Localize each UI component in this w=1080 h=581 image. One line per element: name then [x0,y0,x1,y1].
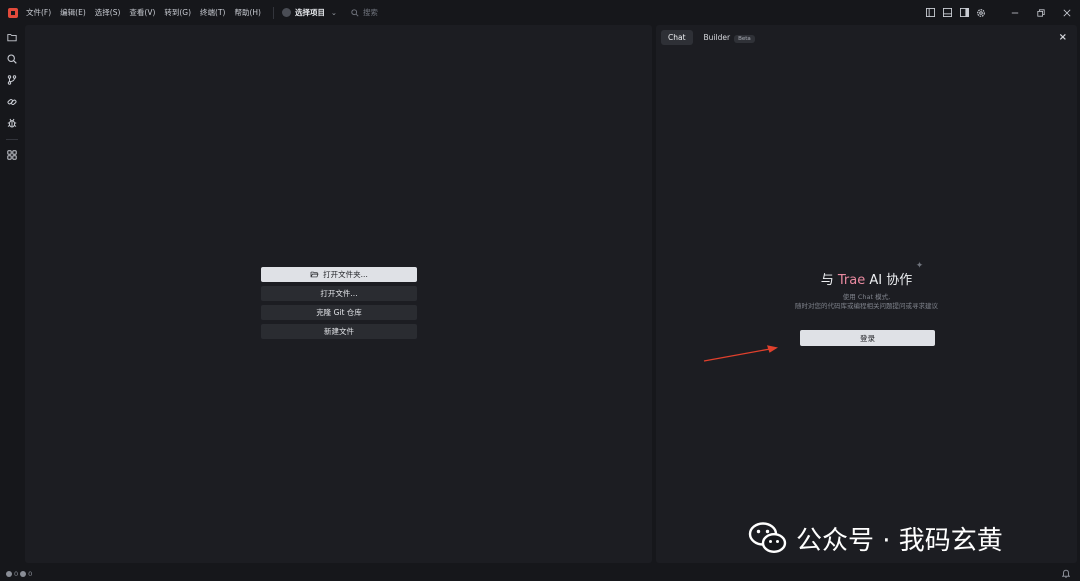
wechat-watermark: 公众号 · 我码玄黄 [748,514,1003,562]
project-selector[interactable]: 选择项目 ⌄ [281,7,337,18]
restore-button[interactable] [1028,0,1054,25]
subtitle-line-1: 使用 Chat 模式, [842,293,891,301]
search-icon[interactable] [3,50,21,68]
menu-view[interactable]: 查看(V) [129,7,155,18]
welcome-subtitle: 使用 Chat 模式, 随时对您的代码库或编程相关问题提问或寻求建议 [656,293,1077,311]
menu-edit[interactable]: 编辑(E) [60,7,86,18]
extensions-icon[interactable] [3,146,21,164]
title-divider [272,6,274,19]
title-bar: 文件(F) 编辑(E) 选择(S) 查看(V) 转到(G) 终端(T) 帮助(H… [0,0,1080,25]
chat-panel: Chat Builder Beta × 与 Trae AI 协作 ✦ 使用 Cha… [656,25,1077,563]
problems-indicator[interactable]: 0 0 [6,570,32,578]
subtitle-line-2: 随时对您的代码库或编程相关问题提问或寻求建议 [795,302,938,310]
editor-area: 打开文件夹... 打开文件... 克隆 Git 仓库 新建文件 [25,25,652,563]
warning-count: 0 [28,569,33,578]
search-box[interactable]: 搜索 [351,7,378,18]
search-icon [351,8,359,17]
error-icon [6,570,12,577]
source-control-icon[interactable] [3,71,21,89]
trae-logo [8,7,18,18]
toggle-secondary-sidebar-icon[interactable] [956,5,972,21]
menu-help[interactable]: 帮助(H) [234,7,261,18]
menu-selection[interactable]: 选择(S) [95,7,121,18]
close-icon[interactable]: × [1059,32,1067,43]
folder-open-icon [310,271,319,278]
chat-tabs: Chat Builder Beta [661,30,762,45]
toggle-panel-icon[interactable] [939,5,955,21]
warning-icon [20,570,27,577]
watermark-text: 公众号 · 我码玄黄 [796,525,1003,556]
minimize-button[interactable] [1002,0,1028,25]
tab-builder[interactable]: Builder Beta [697,30,762,45]
gear-icon[interactable] [973,5,989,21]
open-file-button[interactable]: 打开文件... [261,286,417,301]
search-placeholder: 搜索 [362,8,378,17]
activity-divider [6,138,18,140]
project-label: 选择项目 [294,8,325,17]
explorer-icon[interactable] [3,28,21,46]
error-count: 0 [14,569,19,578]
activity-bar [0,25,24,566]
clone-git-button[interactable]: 克隆 Git 仓库 [261,305,417,320]
toggle-sidebar-icon[interactable] [922,5,938,21]
project-icon [281,8,291,17]
chat-welcome: 与 Trae AI 协作 ✦ 使用 Chat 模式, 随时对您的代码库或编程相关… [656,261,1077,311]
link-icon[interactable] [3,93,21,111]
new-file-label: 新建文件 [324,327,354,336]
welcome-title: 与 Trae AI 协作 ✦ [820,261,923,288]
beta-badge: Beta [734,35,755,43]
debug-icon[interactable] [3,114,21,132]
start-actions: 打开文件夹... 打开文件... 克隆 Git 仓库 新建文件 [261,267,417,343]
menu-terminal[interactable]: 终端(T) [200,7,225,18]
menu-file[interactable]: 文件(F) [26,7,51,18]
open-file-label: 打开文件... [320,289,358,298]
new-file-button[interactable]: 新建文件 [261,324,417,339]
sparkle-icon: ✦ [915,261,924,271]
tab-chat[interactable]: Chat [661,30,693,45]
close-window-button[interactable] [1054,0,1080,25]
chevron-down-icon: ⌄ [330,8,337,17]
tab-builder-label: Builder [703,33,731,42]
status-bar: 0 0 [0,566,1080,581]
bell-icon[interactable] [1062,569,1070,578]
open-folder-button[interactable]: 打开文件夹... [261,267,417,282]
clone-git-label: 克隆 Git 仓库 [316,308,362,317]
welcome-prefix: 与 [820,273,838,288]
welcome-suffix: AI 协作 [865,273,913,288]
open-folder-label: 打开文件夹... [323,270,368,279]
annotation-arrow [703,345,778,362]
welcome-brand: Trae [837,273,866,288]
menu-go[interactable]: 转到(G) [164,7,191,18]
wechat-icon [748,522,787,554]
login-button[interactable]: 登录 [800,330,935,346]
